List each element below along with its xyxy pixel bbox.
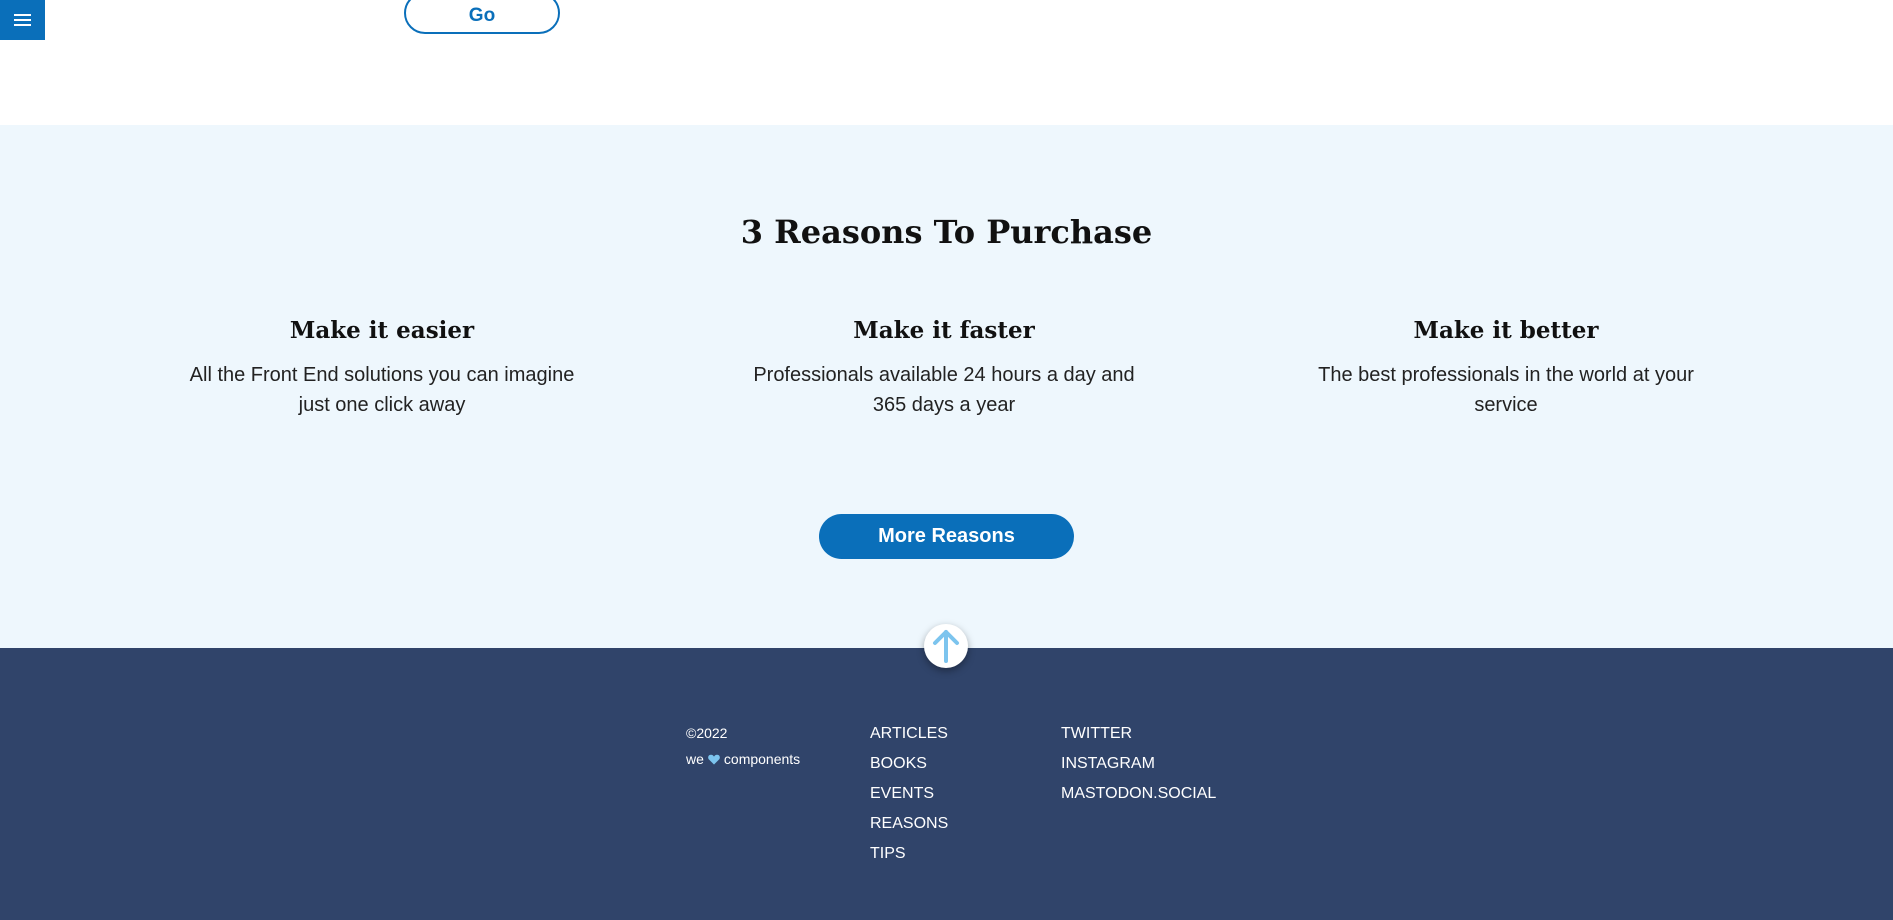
brand-prefix: we bbox=[686, 751, 704, 767]
reason-card-faster: Make it faster Professionals available 2… bbox=[734, 317, 1154, 420]
footer-link-instagram[interactable]: INSTAGRAM bbox=[1061, 749, 1216, 779]
footer-nav-links: ARTICLES BOOKS EVENTS REASONS TIPS bbox=[870, 719, 948, 869]
menu-button[interactable] bbox=[0, 0, 45, 40]
reason-text: Professionals available 24 hours a day a… bbox=[753, 364, 1135, 416]
footer-link-books[interactable]: BOOKS bbox=[870, 749, 948, 779]
more-reasons-button[interactable]: More Reasons bbox=[819, 514, 1074, 559]
arrow-up-icon bbox=[933, 630, 959, 663]
footer-link-events[interactable]: EVENTS bbox=[870, 779, 948, 809]
brand-line: we components bbox=[686, 746, 800, 772]
page: Go 3 Reasons To Purchase Make it easier … bbox=[0, 0, 1893, 920]
footer-link-mastodon[interactable]: MASTODON.SOCIAL bbox=[1061, 779, 1216, 809]
footer-link-twitter[interactable]: TWITTER bbox=[1061, 719, 1216, 749]
footer-link-tips[interactable]: TIPS bbox=[870, 839, 948, 869]
reason-text: The best professionals in the world at y… bbox=[1318, 364, 1694, 416]
reason-card-easier: Make it easier All the Front End solutio… bbox=[172, 317, 592, 420]
go-button[interactable]: Go bbox=[404, 0, 560, 34]
reason-title: Make it better bbox=[1413, 317, 1599, 344]
hamburger-icon bbox=[14, 13, 31, 27]
footer-link-reasons[interactable]: REASONS bbox=[870, 809, 948, 839]
reason-card-better: Make it better The best professionals in… bbox=[1296, 317, 1716, 420]
copyright-block: ©2022 we components bbox=[686, 720, 800, 772]
footer-social-links: TWITTER INSTAGRAM MASTODON.SOCIAL bbox=[1061, 719, 1216, 809]
heart-icon bbox=[708, 754, 720, 764]
reason-text: All the Front End solutions you can imag… bbox=[189, 364, 575, 416]
reason-title: Make it easier bbox=[289, 317, 475, 344]
copyright-text: ©2022 bbox=[686, 725, 728, 741]
reasons-section: 3 Reasons To Purchase Make it easier All… bbox=[0, 125, 1893, 648]
section-title: 3 Reasons To Purchase bbox=[740, 213, 1153, 251]
reason-title: Make it faster bbox=[853, 317, 1035, 344]
scroll-to-top-button[interactable] bbox=[924, 624, 968, 668]
footer-link-articles[interactable]: ARTICLES bbox=[870, 719, 948, 749]
footer: ©2022 we components ARTICLES BOOKS EVENT… bbox=[0, 648, 1893, 920]
brand-suffix: components bbox=[723, 751, 801, 767]
top-band: Go bbox=[0, 0, 1893, 125]
